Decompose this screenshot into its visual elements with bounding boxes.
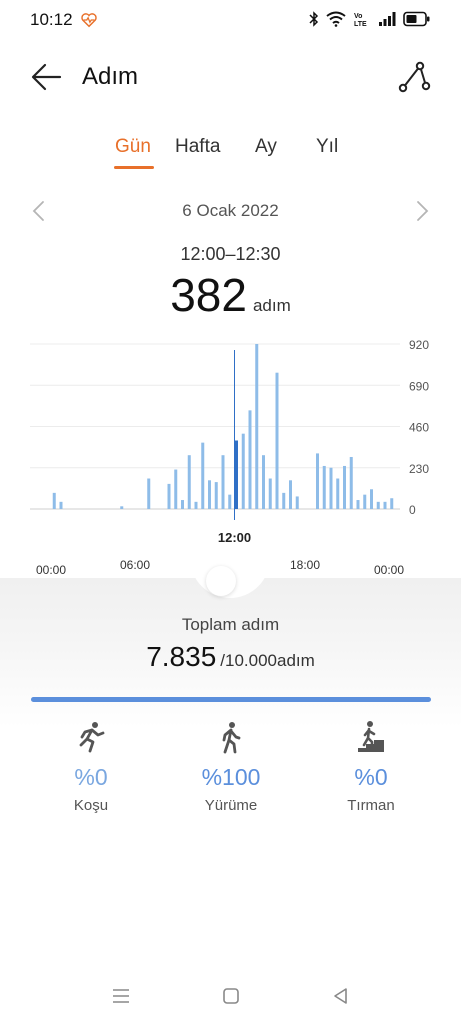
goal-progress-bar (31, 697, 431, 702)
running-label: Koşu (73, 797, 109, 814)
tab-month[interactable]: Ay (255, 136, 277, 158)
back-icon[interactable] (329, 984, 353, 1008)
step-bar[interactable] (383, 501, 387, 509)
step-bar[interactable] (52, 492, 56, 509)
step-value: 382 (170, 269, 247, 321)
step-bar[interactable] (336, 478, 340, 509)
heart-rate-icon (81, 13, 97, 28)
home-icon[interactable] (219, 984, 243, 1008)
step-bar[interactable] (214, 482, 218, 509)
climbing-percent: %0 (354, 764, 388, 790)
selected-time-range: 12:00–12:30 (180, 244, 281, 264)
date-label: 6 Ocak 2022 (182, 201, 279, 220)
page-title: Adım (82, 63, 139, 90)
activity-running: %0 Koşu (31, 720, 151, 814)
step-bar[interactable] (322, 465, 326, 509)
drag-handle[interactable] (206, 566, 236, 596)
step-bar[interactable] (376, 501, 380, 509)
step-bar[interactable] (174, 469, 178, 509)
summary-panel: Toplam adım 7.835/10.000adım %0 Koşu %10… (0, 558, 461, 1024)
period-tabs: Gün Hafta Ay Yıl (0, 136, 461, 176)
y-tick-label: 920 (409, 338, 429, 352)
running-percent: %0 (74, 764, 108, 790)
step-bar[interactable] (390, 498, 394, 509)
walking-percent: %100 (201, 764, 261, 790)
selected-time-label: 12:00 (218, 530, 251, 545)
y-tick-label: 460 (409, 421, 429, 435)
step-bar[interactable] (329, 467, 333, 509)
step-bar[interactable] (268, 478, 272, 509)
activity-walking: %100 Yürüme (171, 720, 291, 814)
climbing-label: Tırman (347, 797, 395, 814)
step-bar[interactable] (181, 500, 184, 509)
active-tab-indicator (114, 166, 154, 169)
svg-text:LTE: LTE (354, 21, 367, 27)
x-tick-label: 00:00 (374, 563, 404, 577)
x-tick-label: 00:00 (36, 563, 66, 577)
tab-year[interactable]: Yıl (316, 136, 338, 158)
step-bar[interactable] (208, 480, 211, 509)
y-tick-label: 0 (409, 503, 416, 517)
step-goal: /10.000adım (220, 651, 315, 670)
running-icon (79, 722, 105, 753)
signal-icon (379, 12, 396, 26)
step-bar[interactable] (343, 465, 346, 509)
step-unit: adım (252, 296, 291, 315)
step-bar[interactable] (349, 456, 353, 509)
step-bar[interactable] (295, 496, 299, 509)
climbing-icon (358, 721, 384, 752)
back-arrow-icon[interactable] (30, 60, 64, 94)
battery-icon (403, 11, 430, 27)
status-time: 10:12 (30, 10, 73, 29)
svg-text:Vo: Vo (354, 13, 362, 20)
walking-label: Yürüme (204, 797, 258, 814)
step-bar[interactable] (167, 483, 171, 509)
step-bar[interactable] (120, 506, 124, 509)
step-bar[interactable] (370, 489, 373, 509)
x-tick-label: 06:00 (120, 558, 150, 572)
y-tick-label: 690 (409, 379, 429, 393)
x-tick-label: 18:00 (290, 558, 320, 572)
step-bar[interactable] (194, 501, 198, 509)
selected-step-count: 382 adım (0, 268, 461, 322)
step-bar[interactable] (228, 494, 232, 509)
total-steps-row: 7.835/10.000adım (0, 641, 461, 673)
step-bar[interactable] (241, 433, 245, 509)
step-bar[interactable] (356, 500, 360, 509)
bluetooth-icon (309, 11, 319, 27)
volte-icon: Vo LTE (354, 13, 367, 27)
tab-day[interactable]: Gün (115, 136, 151, 158)
menu-icon[interactable] (109, 984, 133, 1008)
chevron-right-icon[interactable] (413, 200, 431, 222)
step-bar[interactable] (248, 410, 252, 509)
step-bar[interactable] (262, 455, 265, 509)
step-bar[interactable] (221, 455, 225, 509)
step-bar[interactable] (147, 478, 151, 509)
wifi-icon (326, 11, 346, 27)
step-bar[interactable] (275, 372, 279, 509)
step-bar[interactable] (201, 442, 205, 509)
step-bar[interactable] (255, 344, 259, 509)
selected-bar[interactable] (235, 440, 238, 509)
tab-week[interactable]: Hafta (175, 136, 220, 158)
step-bar[interactable] (59, 501, 63, 509)
step-bar[interactable] (289, 480, 292, 509)
walking-icon (222, 722, 241, 754)
step-bar[interactable] (187, 455, 191, 509)
step-bar[interactable] (316, 453, 319, 509)
y-tick-label: 230 (409, 462, 429, 476)
step-bar[interactable] (363, 494, 367, 509)
activity-climbing: %0 Tırman (311, 720, 431, 814)
goal-progress-fill (31, 697, 431, 702)
status-bar: 10:12 Vo LTE (0, 0, 461, 40)
steps-bar-chart[interactable]: 920 690 460 230 0 12:00 00:00 06:00 18:00 00:00 (0, 320, 461, 580)
total-steps-label: Toplam adım (181, 615, 280, 634)
status-icons: Vo LTE (309, 11, 431, 27)
total-steps-value: 7.835 (146, 641, 217, 672)
system-nav-bar (0, 976, 461, 1016)
step-bar[interactable] (282, 492, 286, 509)
route-icon[interactable] (397, 60, 431, 94)
